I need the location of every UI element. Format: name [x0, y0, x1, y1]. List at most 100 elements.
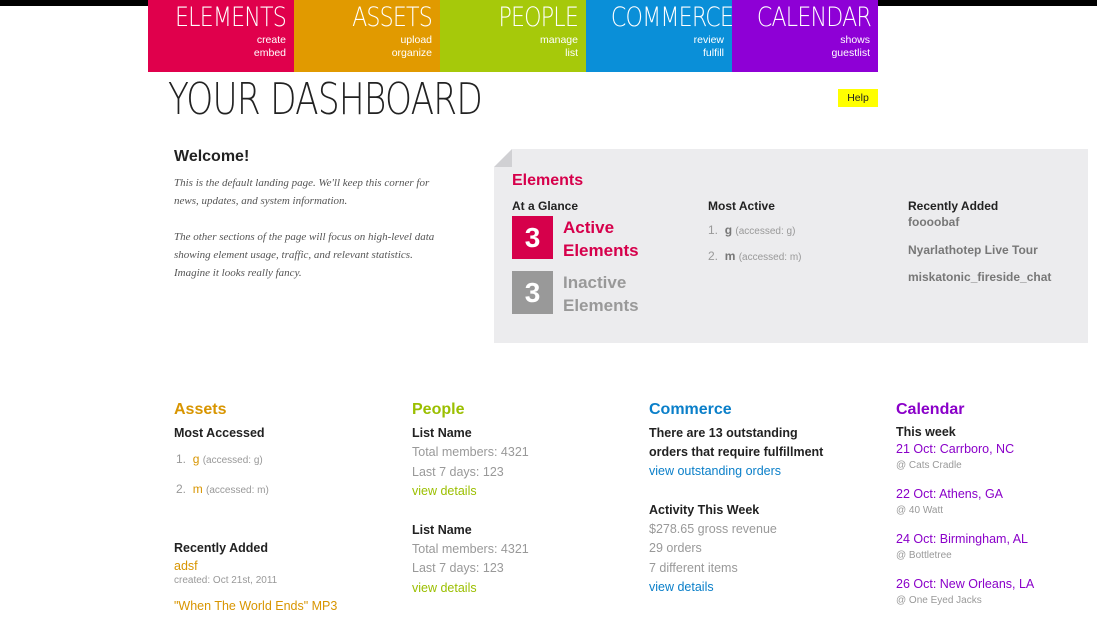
recently-added-item[interactable]: Nyarlathotep Live Tour [908, 243, 1038, 257]
people-title: People [412, 401, 465, 418]
help-button[interactable]: Help [838, 89, 878, 107]
nav-sub-link[interactable]: organize [294, 47, 432, 60]
order-count: 29 orders [649, 541, 702, 555]
item-number: 2. [176, 482, 187, 496]
nav-sub-link[interactable]: guestlist [732, 47, 870, 60]
event-venue: @ Bottletree [896, 550, 952, 561]
most-accessed-item[interactable]: 2. m (accessed: m) [176, 481, 404, 499]
nav-sub-link[interactable]: embed [148, 47, 286, 60]
nav-sub-link[interactable]: shows [732, 34, 870, 47]
nav-sub-link[interactable]: fulfill [586, 47, 724, 60]
folded-corner [494, 149, 512, 167]
calendar-section: Calendar This week 21 Oct: Carrboro, NC … [896, 400, 1086, 615]
people-section: People List Name Total members: 4321 Las… [412, 400, 642, 598]
welcome-section: Welcome! This is the default landing pag… [174, 148, 444, 300]
active-label-line: Active [563, 218, 615, 237]
gross-revenue: $278.65 gross revenue [649, 521, 777, 536]
item-count: 7 different items [649, 560, 738, 575]
item-name[interactable]: m [725, 249, 736, 263]
fulfillment-notice-line: orders that require fulfillment [649, 445, 824, 459]
welcome-title: Welcome! [174, 148, 250, 165]
nav-title: Assets [352, 2, 433, 33]
calendar-event: 22 Oct: Athens, GA @ 40 Watt [896, 485, 1086, 517]
calendar-event: 21 Oct: Carrboro, NC @ Cats Cradle [896, 440, 1086, 472]
nav-sub-link[interactable]: create [148, 34, 286, 47]
this-week-heading: This week [896, 425, 956, 439]
recent-asset-created: created: Oct 21st, 2011 [174, 575, 278, 586]
nav-sub-link[interactable]: review [586, 34, 724, 47]
item-accessed: (accessed: m) [738, 252, 802, 263]
nav-tile-people[interactable]: People manage list [440, 0, 586, 72]
recent-asset-mp3-link[interactable]: "When The World Ends" MP3 [174, 597, 404, 617]
most-active-item[interactable]: 2. m (accessed: m) [708, 249, 802, 263]
active-count-badge: 3 [512, 216, 553, 259]
nav-title: Commerce [610, 2, 734, 33]
item-name[interactable]: g [725, 223, 732, 237]
item-number: 2. [708, 249, 719, 263]
list-members: Total members: 4321 [412, 445, 529, 459]
elements-panel-title: Elements [512, 172, 584, 189]
event-link[interactable]: 26 Oct: New Orleans, LA [896, 575, 1086, 594]
at-a-glance-heading: At a Glance [512, 199, 579, 213]
inactive-label-line: Inactive [563, 273, 627, 292]
inactive-elements-label[interactable]: Inactive Elements [563, 271, 639, 317]
event-link[interactable]: 22 Oct: Athens, GA [896, 485, 1086, 504]
active-elements-label[interactable]: Active Elements [563, 216, 639, 262]
list-summary: List Name Total members: 4321 Last 7 day… [412, 521, 642, 599]
item-accessed: (accessed: g) [735, 226, 796, 237]
commerce-section: Commerce There are 13 outstanding orders… [649, 400, 879, 598]
nav-tile-commerce[interactable]: Commerce review fulfill [586, 0, 734, 72]
recently-added-heading: Recently Added [908, 199, 999, 213]
event-venue: @ One Eyed Jacks [896, 595, 982, 606]
nav-title: Calendar [756, 2, 872, 33]
list-name: List Name [412, 426, 472, 440]
most-accessed-heading: Most Accessed [174, 426, 265, 440]
event-venue: @ Cats Cradle [896, 460, 962, 471]
list-members: Total members: 4321 [412, 541, 529, 556]
assets-title: Assets [174, 401, 227, 418]
item-number: 1. [176, 452, 187, 466]
activity-heading: Activity This Week [649, 502, 760, 517]
item-accessed: (accessed: g) [202, 455, 263, 466]
list-summary: List Name Total members: 4321 Last 7 day… [412, 424, 642, 502]
event-link[interactable]: 24 Oct: Birmingham, AL [896, 530, 1086, 549]
nav-sub-link[interactable]: manage [440, 34, 578, 47]
event-link[interactable]: 21 Oct: Carrboro, NC [896, 440, 1086, 459]
assets-section: Assets Most Accessed 1. g (accessed: g) … [174, 400, 404, 617]
nav-sub-link[interactable]: upload [294, 34, 432, 47]
nav-tile-elements[interactable]: Elements create embed [148, 0, 294, 72]
event-venue: @ 40 Watt [896, 505, 944, 516]
list-details-link[interactable]: view details [412, 579, 642, 599]
recently-added-item[interactable]: miskatonic_fireside_chat [908, 270, 1051, 284]
main-nav: Elements create embed Assets upload orga… [148, 0, 878, 72]
inactive-count-badge: 3 [512, 271, 553, 314]
item-name[interactable]: m [193, 482, 203, 496]
view-outstanding-orders-link[interactable]: view outstanding orders [649, 462, 879, 482]
recently-added-heading: Recently Added [174, 541, 269, 555]
most-active-item[interactable]: 1. g (accessed: g) [708, 223, 795, 237]
list-last7: Last 7 days: 123 [412, 464, 504, 479]
recently-added-item[interactable]: foooobaf [908, 215, 959, 229]
page-title: YOUR DASHBOARD [168, 74, 483, 125]
item-name[interactable]: g [193, 452, 200, 466]
item-number: 1. [708, 223, 719, 237]
list-details-link[interactable]: view details [412, 482, 642, 502]
nav-title: People [498, 2, 578, 33]
commerce-details-link[interactable]: view details [649, 578, 879, 598]
nav-sub-link[interactable]: list [440, 47, 578, 60]
nav-title: Elements [175, 2, 287, 33]
most-accessed-item[interactable]: 1. g (accessed: g) [176, 451, 404, 469]
elements-panel: Elements At a Glance 3 Active Elements 3… [494, 149, 1088, 343]
welcome-paragraph: The other sections of the page will focu… [174, 231, 435, 279]
nav-tile-calendar[interactable]: Calendar shows guestlist [732, 0, 878, 72]
calendar-event: 24 Oct: Birmingham, AL @ Bottletree [896, 530, 1086, 562]
list-last7: Last 7 days: 123 [412, 561, 504, 575]
inactive-label-line: Elements [563, 296, 639, 315]
calendar-event: 26 Oct: New Orleans, LA @ One Eyed Jacks [896, 575, 1086, 607]
commerce-title: Commerce [649, 401, 732, 418]
nav-tile-assets[interactable]: Assets upload organize [294, 0, 440, 72]
list-name: List Name [412, 522, 472, 537]
active-label-line: Elements [563, 241, 639, 260]
item-accessed: (accessed: m) [206, 485, 269, 496]
recent-asset-link[interactable]: adsf [174, 558, 404, 574]
